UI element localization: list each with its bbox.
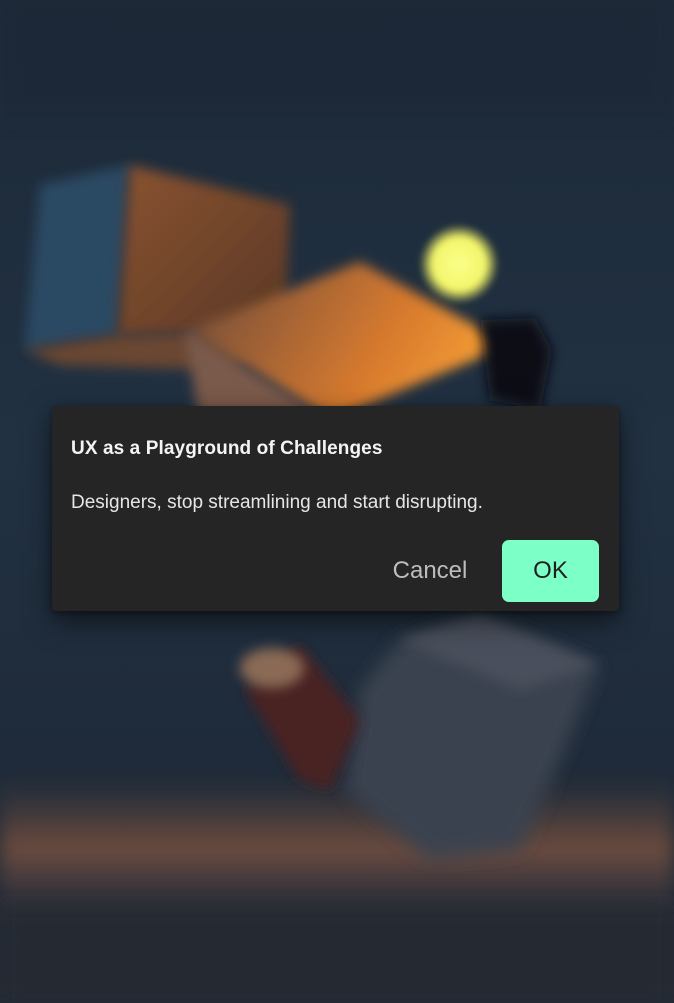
dialog-message: Designers, stop streamlining and start d… (71, 492, 483, 513)
dialog-title: UX as a Playground of Challenges (71, 438, 383, 459)
ok-button[interactable]: OK (502, 540, 599, 602)
cancel-button[interactable]: Cancel (374, 540, 486, 602)
alert-dialog: UX as a Playground of Challenges Designe… (52, 406, 619, 611)
